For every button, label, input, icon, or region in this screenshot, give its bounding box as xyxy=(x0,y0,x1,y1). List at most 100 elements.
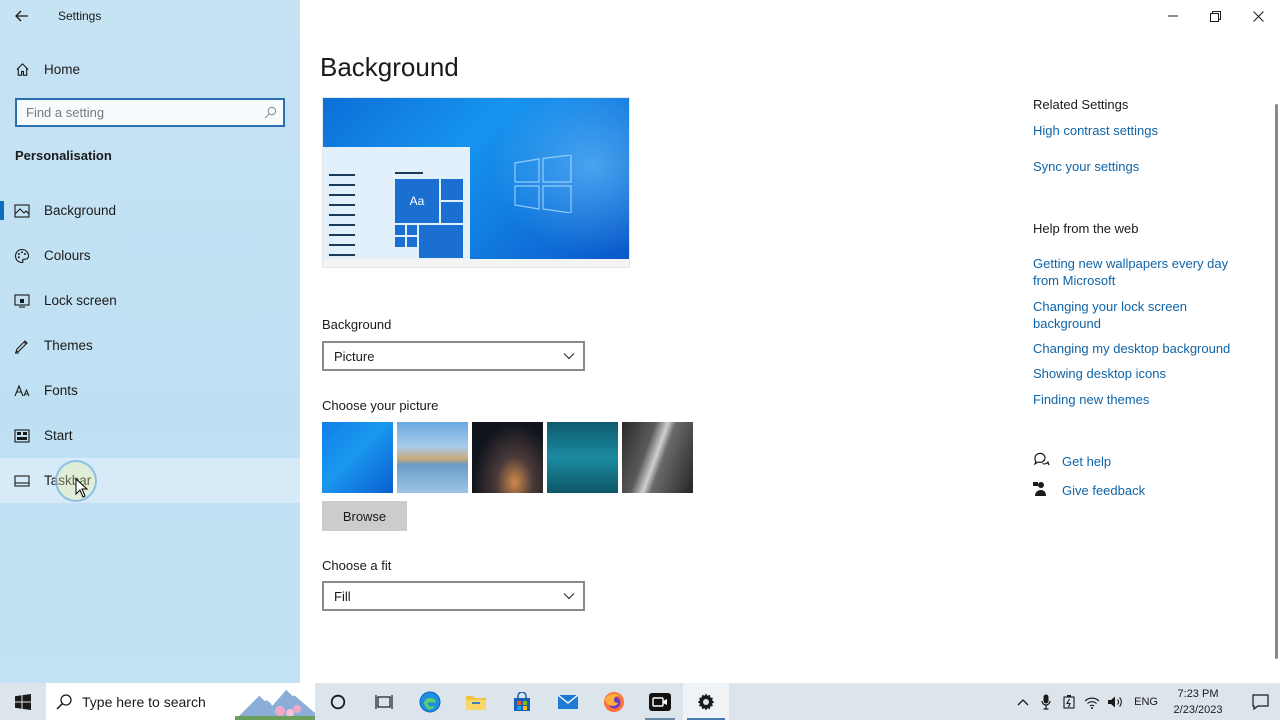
task-view-icon xyxy=(375,694,393,709)
sidebar-item-fonts[interactable]: Fonts xyxy=(0,368,300,413)
get-help-link[interactable]: Get help xyxy=(1033,452,1111,471)
microphone-icon xyxy=(1041,694,1051,710)
speaker-icon xyxy=(1107,696,1122,707)
home-icon xyxy=(0,62,44,77)
home-label: Home xyxy=(44,61,81,77)
title-bar: Settings xyxy=(0,0,300,32)
picture-thumbnail[interactable] xyxy=(397,422,468,493)
clock-button[interactable]: 7:23 PM 2/23/2023 xyxy=(1168,686,1228,718)
vertical-scrollbar[interactable] xyxy=(1275,104,1278,659)
taskbar-app-settings[interactable] xyxy=(683,683,729,720)
start-button[interactable] xyxy=(0,683,46,720)
picture-thumbnail[interactable] xyxy=(622,422,693,493)
minimize-icon xyxy=(1167,15,1178,17)
close-button[interactable] xyxy=(1237,0,1280,32)
background-dropdown-value: Picture xyxy=(334,348,375,364)
taskbar-app-mail[interactable] xyxy=(545,683,591,720)
network-button[interactable] xyxy=(1080,695,1103,709)
desktop-preview: Aa xyxy=(322,97,630,268)
find-setting-search[interactable] xyxy=(15,98,285,127)
taskbar-search-box[interactable]: Type here to search xyxy=(46,683,315,720)
cortana-button[interactable] xyxy=(315,683,361,720)
preview-tile: Aa xyxy=(394,178,440,224)
close-icon xyxy=(1253,10,1264,22)
picture-thumbnail[interactable] xyxy=(547,422,618,493)
system-tray: ENG 7:23 PM 2/23/2023 xyxy=(1011,683,1280,720)
get-help-label: Get help xyxy=(1062,454,1112,469)
sidebar-item-label: Background xyxy=(44,203,117,218)
give-feedback-link[interactable]: Give feedback xyxy=(1033,481,1145,500)
window-controls xyxy=(1151,0,1280,32)
sidebar-item-background[interactable]: Background xyxy=(0,188,300,233)
find-setting-input[interactable] xyxy=(17,105,257,120)
mail-icon xyxy=(557,693,579,709)
sidebar-item-lock-screen[interactable]: Lock screen xyxy=(0,278,300,323)
taskbar-search-placeholder: Type here to search xyxy=(82,693,206,710)
help-link-wallpapers[interactable]: Getting new wallpapers every day from Mi… xyxy=(1033,255,1253,289)
taskbar-app-file-explorer[interactable] xyxy=(453,683,499,720)
sidebar-item-colours[interactable]: Colours xyxy=(0,233,300,278)
themes-icon xyxy=(0,338,44,354)
taskbar-app-store[interactable] xyxy=(499,683,545,720)
search-highlight-illustration xyxy=(235,688,315,720)
sidebar-item-taskbar[interactable]: Taskbar xyxy=(0,458,300,503)
feedback-icon xyxy=(1033,481,1062,500)
taskbar: Type here to search ENG 7:23 PM 2/23/202… xyxy=(0,683,1280,720)
start-menu-preview: Aa xyxy=(323,147,470,259)
action-center-button[interactable] xyxy=(1240,693,1280,710)
input-language-button[interactable]: ENG xyxy=(1134,696,1158,708)
task-view-button[interactable] xyxy=(361,683,407,720)
windows-logo-icon xyxy=(514,155,572,213)
microphone-button[interactable] xyxy=(1034,694,1057,710)
mouse-cursor-icon xyxy=(75,478,89,498)
help-web-heading: Help from the web xyxy=(1033,221,1139,236)
sidebar-item-label: Fonts xyxy=(44,383,78,398)
show-hidden-icons-button[interactable] xyxy=(1011,698,1034,706)
sidebar-nav: Background Colours Lock screen Themes Fo… xyxy=(0,188,300,503)
taskbar-app-edge[interactable] xyxy=(407,683,453,720)
restore-button[interactable] xyxy=(1194,0,1237,32)
windows-start-icon xyxy=(15,693,31,710)
taskbar-app-camera[interactable] xyxy=(637,683,683,720)
help-link-new-themes[interactable]: Finding new themes xyxy=(1033,391,1253,408)
chevron-up-icon xyxy=(1017,698,1029,705)
help-link-desktop-background[interactable]: Changing my desktop background xyxy=(1033,340,1253,357)
give-feedback-label: Give feedback xyxy=(1062,483,1146,498)
chat-help-icon xyxy=(1033,452,1062,471)
help-link-desktop-icons[interactable]: Showing desktop icons xyxy=(1033,365,1253,382)
fit-dropdown[interactable]: Fill xyxy=(322,581,585,611)
sidebar-item-start[interactable]: Start xyxy=(0,413,300,458)
battery-button[interactable] xyxy=(1057,694,1080,709)
sidebar-item-themes[interactable]: Themes xyxy=(0,323,300,368)
gear-icon xyxy=(697,693,715,710)
background-dropdown[interactable]: Picture xyxy=(322,341,585,371)
sidebar: Settings Home Personalisation Background… xyxy=(0,0,300,683)
picture-thumbnail[interactable] xyxy=(472,422,543,493)
search-icon xyxy=(257,106,283,119)
home-link[interactable]: Home xyxy=(0,53,300,85)
high-contrast-link[interactable]: High contrast settings xyxy=(1033,122,1253,139)
video-camera-icon xyxy=(649,692,671,711)
edge-browser-icon xyxy=(419,691,441,712)
volume-button[interactable] xyxy=(1103,695,1126,709)
store-icon xyxy=(514,691,530,711)
taskbar-app-firefox[interactable] xyxy=(591,683,637,720)
picture-thumbnail[interactable] xyxy=(322,422,393,493)
taskbar-icon xyxy=(0,474,44,487)
back-arrow-icon xyxy=(15,10,28,22)
help-link-lock-screen[interactable]: Changing your lock screen background xyxy=(1033,298,1253,332)
picture-thumbnails xyxy=(322,422,693,493)
battery-icon xyxy=(1063,694,1075,709)
sync-settings-link[interactable]: Sync your settings xyxy=(1033,158,1253,175)
browse-button[interactable]: Browse xyxy=(322,501,407,531)
file-explorer-icon xyxy=(466,695,486,710)
wifi-icon xyxy=(1084,697,1100,709)
cortana-icon xyxy=(330,694,346,709)
restore-icon xyxy=(1210,10,1221,22)
page-title: Background xyxy=(320,52,459,82)
chevron-down-icon xyxy=(563,353,575,360)
minimize-button[interactable] xyxy=(1151,0,1194,32)
clock-date: 2/23/2023 xyxy=(1173,703,1223,716)
firefox-icon xyxy=(604,691,624,712)
back-button[interactable] xyxy=(0,0,44,32)
